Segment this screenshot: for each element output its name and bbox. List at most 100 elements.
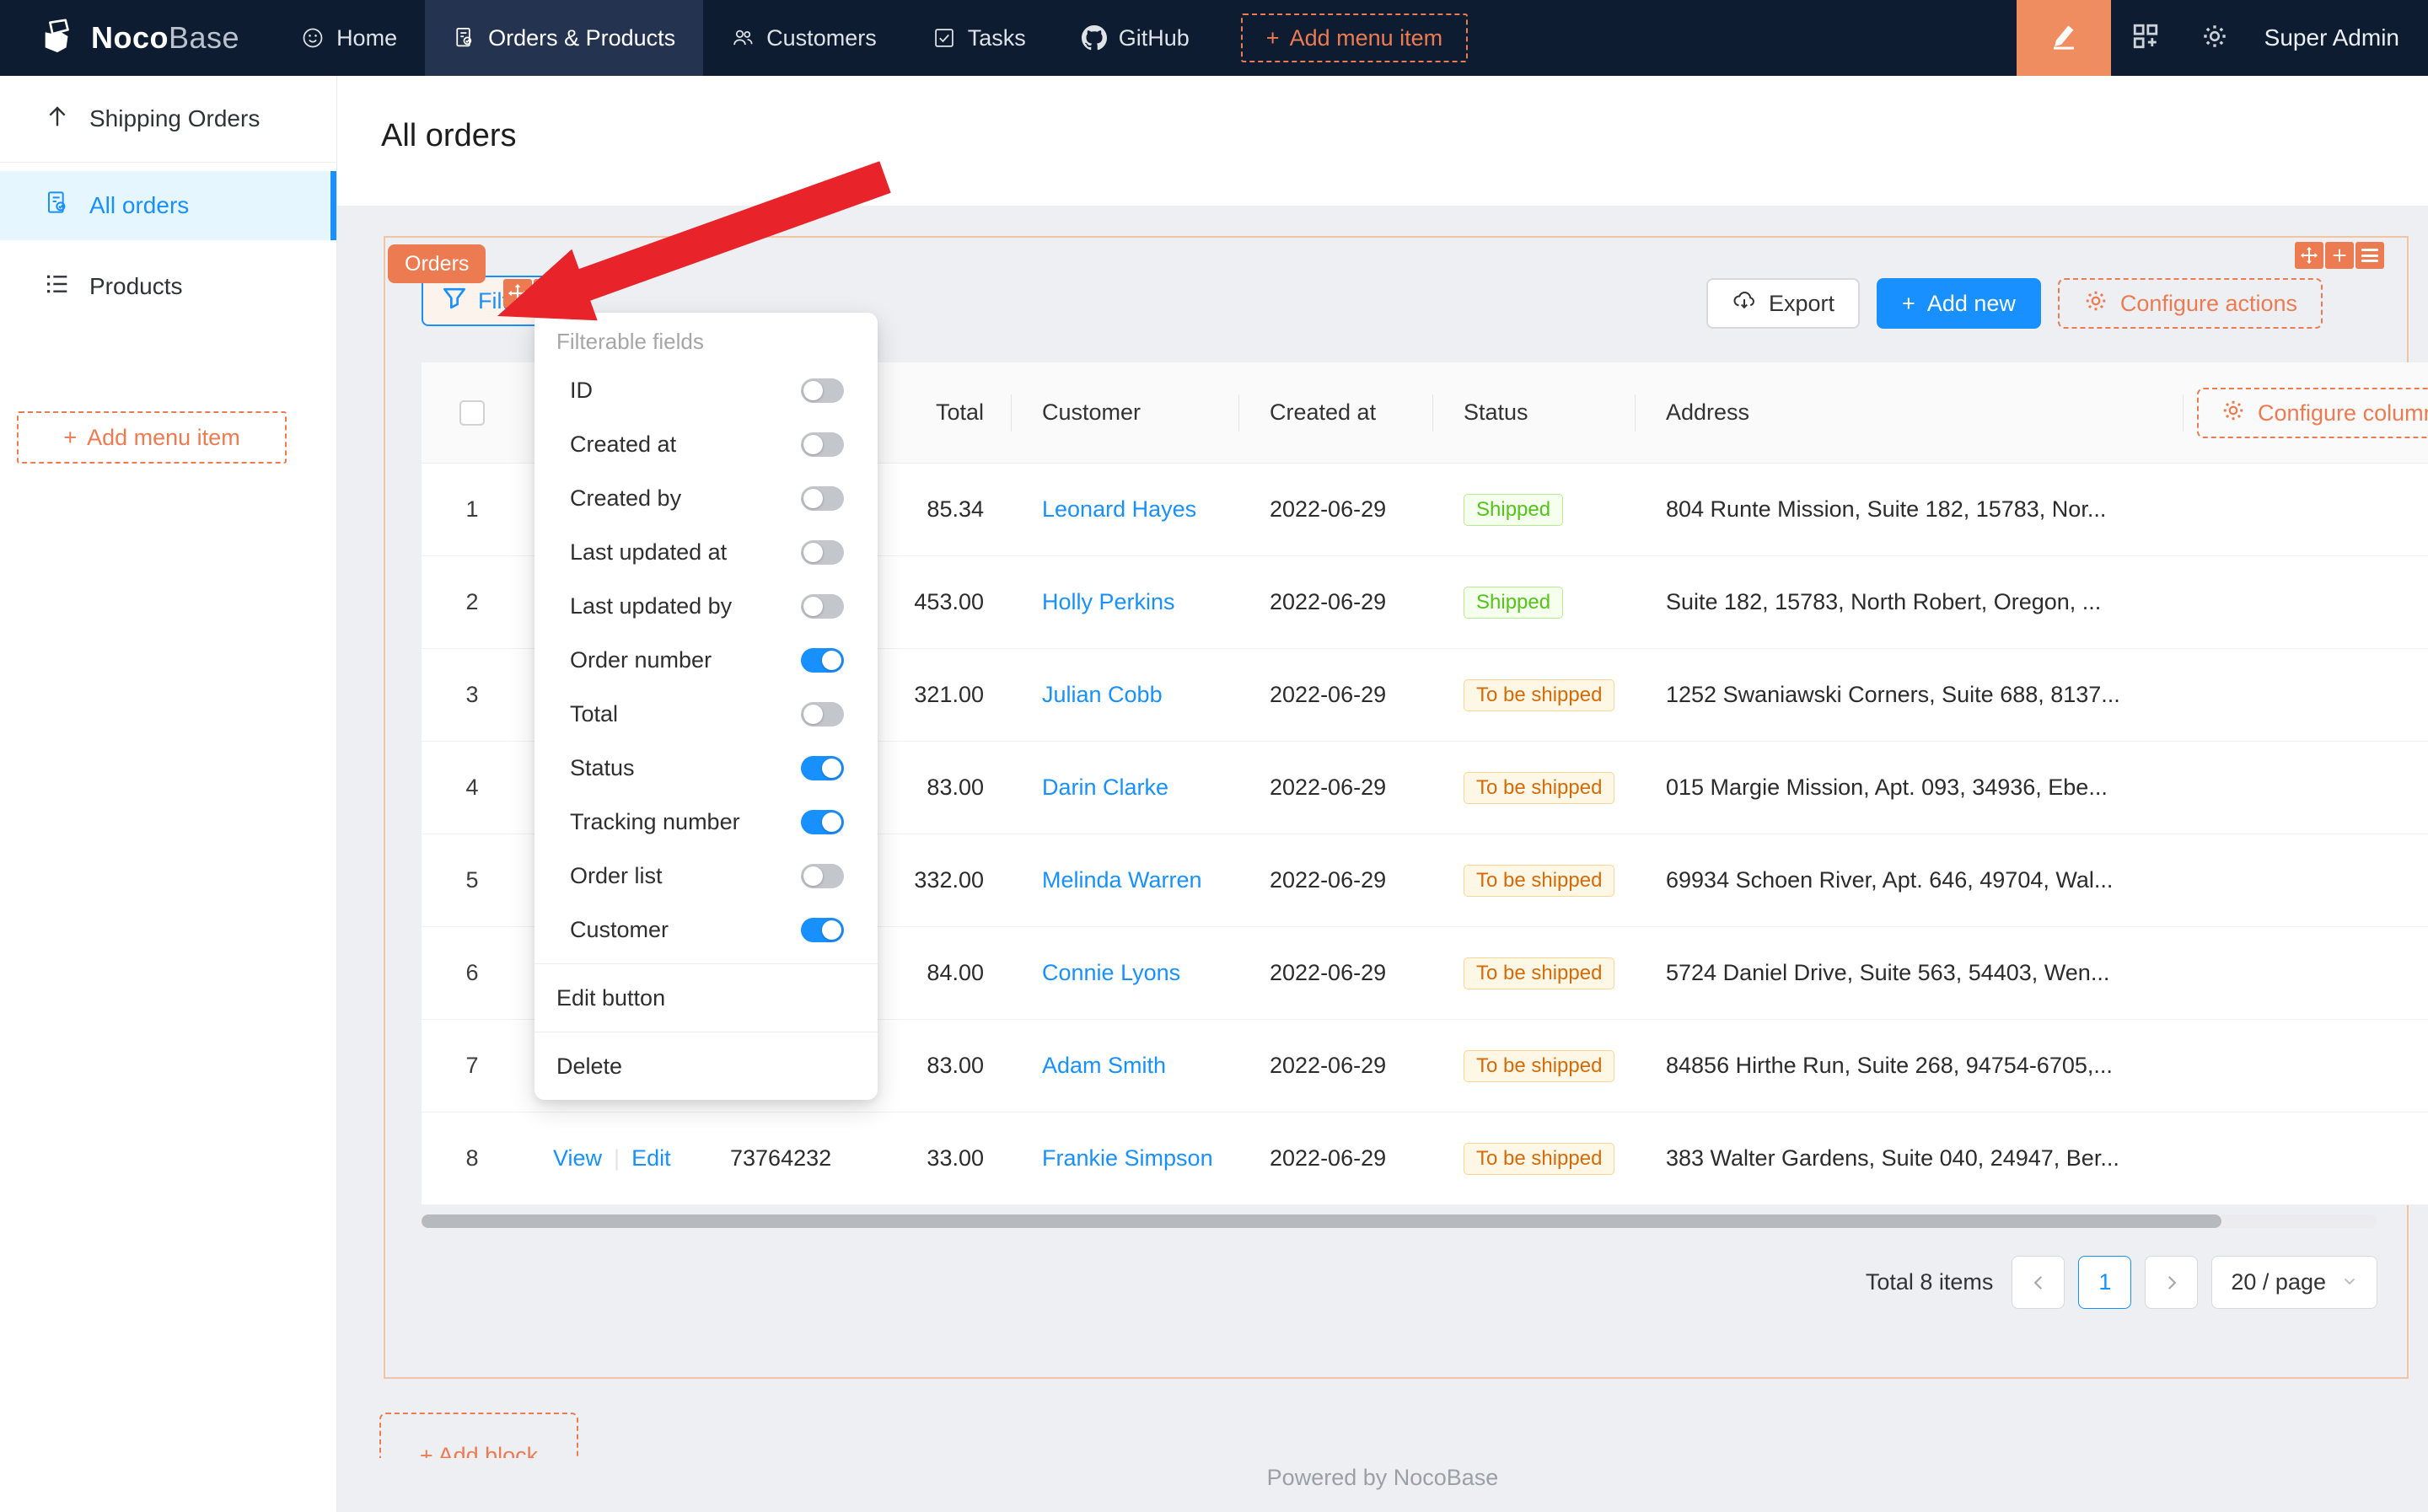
gear-icon	[2200, 22, 2229, 55]
row-index-cell: 1	[422, 464, 523, 555]
customer-cell: Melinda Warren	[1012, 834, 1239, 926]
customer-link[interactable]: Darin Clarke	[1042, 775, 1168, 801]
field-toggle-switch[interactable]	[801, 702, 844, 727]
nav-item-orders-products[interactable]: Orders & Products	[425, 0, 703, 76]
customer-link[interactable]: Melinda Warren	[1042, 867, 1202, 893]
configure-actions-button[interactable]: Configure actions	[2058, 278, 2323, 329]
customer-link[interactable]: Leonard Hayes	[1042, 496, 1196, 523]
filterable-field-menu-item[interactable]: Customer	[534, 903, 878, 957]
address-cell: 84856 Hirthe Run, Suite 268, 94754-6705,…	[1636, 1020, 2184, 1112]
configure-cell	[2184, 1020, 2428, 1112]
edit-link[interactable]: Edit	[631, 1145, 671, 1171]
created-at-cell: 2022-06-29	[1239, 556, 1433, 648]
status-badge: To be shipped	[1464, 957, 1614, 989]
nav-item-tasks[interactable]: Tasks	[905, 0, 1054, 76]
field-toggle-switch[interactable]	[801, 810, 844, 834]
menu-icon	[2361, 249, 2378, 262]
smile-icon	[301, 26, 325, 50]
row-index-cell: 2	[422, 556, 523, 648]
filterable-field-menu-item[interactable]: Total	[534, 687, 878, 741]
logo-cube-icon	[39, 17, 78, 60]
nocobase-logo[interactable]: NocoBase	[0, 17, 273, 60]
customer-link[interactable]: Julian Cobb	[1042, 682, 1163, 708]
nav-item-home[interactable]: Home	[273, 0, 425, 76]
file-check-icon	[453, 26, 476, 50]
configure-cell	[2184, 464, 2428, 555]
select-all-header-cell	[422, 362, 523, 463]
schema-initializer-menu-icon[interactable]	[534, 279, 562, 308]
prev-page-button[interactable]	[2012, 1256, 2065, 1309]
sidebar-item-all-orders[interactable]: All orders	[0, 171, 336, 240]
configure-cell	[2184, 927, 2428, 1019]
filterable-field-menu-item[interactable]: Status	[534, 741, 878, 795]
field-toggle-switch[interactable]	[801, 594, 844, 619]
user-menu[interactable]: Super Admin	[2264, 24, 2399, 51]
customer-link[interactable]: Frankie Simpson	[1042, 1145, 1213, 1172]
ui-editor-toggle-button[interactable]	[2017, 0, 2111, 76]
status-cell: To be shipped	[1433, 649, 1636, 741]
plus-icon: +	[1266, 25, 1280, 51]
sidebar-item-products[interactable]: Products	[0, 252, 336, 321]
field-toggle-switch[interactable]	[801, 918, 844, 942]
customer-link[interactable]: Connie Lyons	[1042, 960, 1180, 986]
chevron-down-icon	[2341, 1269, 2358, 1295]
page-size-select[interactable]: 20 / page	[2211, 1256, 2377, 1309]
page-header	[337, 76, 2428, 206]
customer-link[interactable]: Holly Perkins	[1042, 589, 1175, 615]
status-header-cell: Status	[1433, 362, 1636, 463]
navbar-add-menu-item-button[interactable]: + Add menu item	[1241, 13, 1468, 62]
status-badge: To be shipped	[1464, 865, 1614, 897]
nav-item-label: Home	[336, 25, 397, 51]
configure-columns-button[interactable]: Configure columns	[2197, 388, 2428, 438]
filterable-field-menu-item[interactable]: Order list	[534, 849, 878, 903]
select-all-checkbox[interactable]	[459, 400, 485, 426]
created-at-cell: 2022-06-29	[1239, 927, 1433, 1019]
filterable-field-menu-item[interactable]: ID	[534, 363, 878, 417]
field-toggle-switch[interactable]	[801, 432, 844, 457]
customer-cell: Darin Clarke	[1012, 742, 1239, 834]
filterable-field-menu-item[interactable]: Created by	[534, 471, 878, 525]
add-new-button[interactable]: + Add new	[1877, 278, 2041, 329]
menu-item-edit-button[interactable]: Edit button	[534, 971, 878, 1025]
nav-item-customers[interactable]: Customers	[703, 0, 905, 76]
scrollbar-thumb[interactable]	[422, 1214, 2221, 1228]
customer-link[interactable]: Adam Smith	[1042, 1053, 1166, 1079]
export-button[interactable]: Export	[1706, 278, 1860, 329]
filterable-field-menu-item[interactable]: Order number	[534, 633, 878, 687]
sidebar-add-menu-item-button[interactable]: + Add menu item	[17, 411, 287, 464]
page-1-button[interactable]: 1	[2078, 1256, 2131, 1309]
add-block-label: + Add block	[381, 1443, 577, 1458]
block-add-icon[interactable]	[2325, 242, 2354, 269]
block-drag-handle-icon[interactable]	[2295, 242, 2323, 269]
view-link[interactable]: View	[553, 1145, 602, 1171]
field-toggle-switch[interactable]	[801, 756, 844, 780]
plugins-button[interactable]	[2111, 22, 2180, 55]
add-block-button[interactable]: + Add block	[379, 1413, 578, 1458]
nav-item-github[interactable]: GitHub	[1054, 0, 1217, 76]
filterable-field-menu-item[interactable]: Tracking number	[534, 795, 878, 849]
settings-button[interactable]	[2180, 22, 2249, 55]
address-cell: 69934 Schoen River, Apt. 646, 49704, Wal…	[1636, 834, 2184, 926]
drag-handle-icon[interactable]	[503, 279, 532, 308]
field-toggle-switch[interactable]	[801, 864, 844, 888]
field-label: Tracking number	[570, 809, 740, 835]
field-toggle-switch[interactable]	[801, 486, 844, 511]
sidebar-item-shipping-orders[interactable]: Shipping Orders	[0, 84, 336, 153]
total-cell: 84.00	[877, 927, 1012, 1019]
table-toolbar-actions: Export + Add new Configure actions	[1706, 278, 2323, 329]
block-settings-menu-icon[interactable]	[2355, 242, 2384, 269]
customer-cell: Leonard Hayes	[1012, 464, 1239, 555]
nav-item-label: Orders & Products	[488, 25, 675, 51]
filterable-field-menu-item[interactable]: Last updated by	[534, 579, 878, 633]
total-cell: 332.00	[877, 834, 1012, 926]
field-toggle-switch[interactable]	[801, 540, 844, 565]
field-toggle-switch[interactable]	[801, 648, 844, 673]
menu-icon	[540, 287, 556, 300]
address-cell: 383 Walter Gardens, Suite 040, 24947, Be…	[1636, 1113, 2184, 1204]
field-toggle-switch[interactable]	[801, 378, 844, 403]
next-page-button[interactable]	[2145, 1256, 2198, 1309]
filterable-field-menu-item[interactable]: Created at	[534, 417, 878, 471]
logo-text: NocoBase	[91, 20, 239, 56]
filterable-field-menu-item[interactable]: Last updated at	[534, 525, 878, 579]
menu-item-delete[interactable]: Delete	[534, 1039, 878, 1093]
